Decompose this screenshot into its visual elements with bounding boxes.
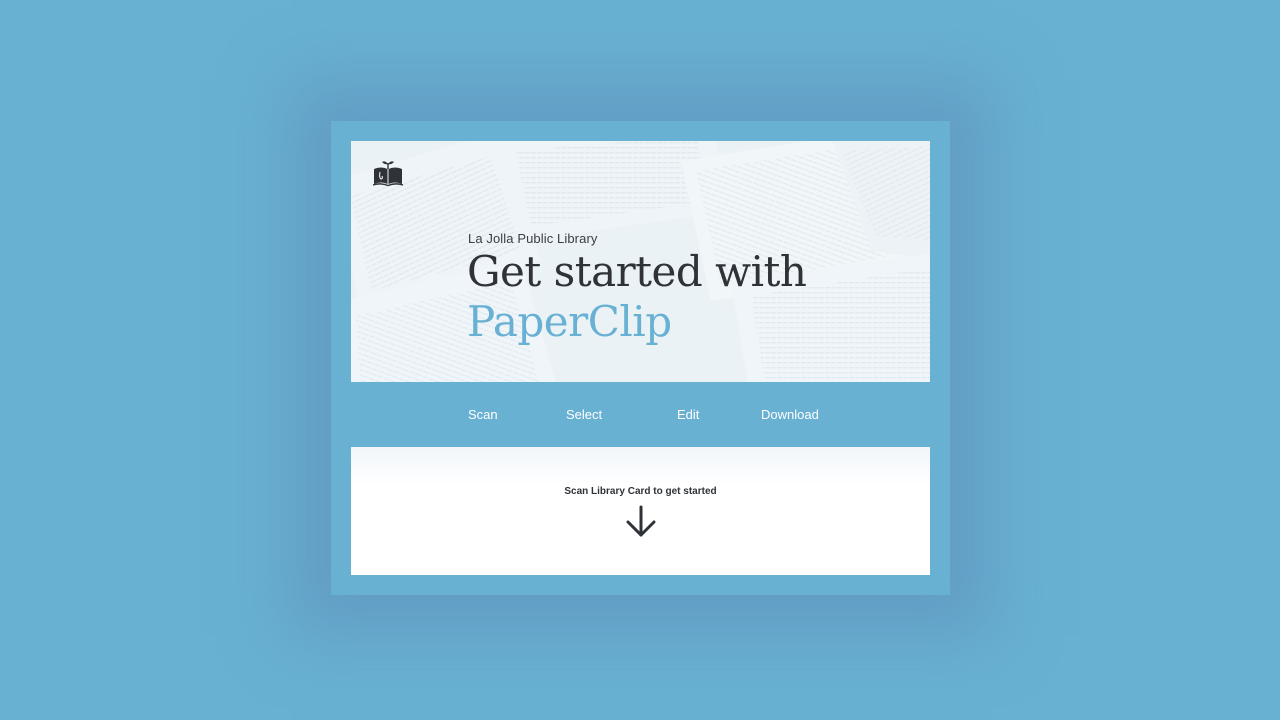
step-download[interactable]: Download bbox=[761, 382, 819, 447]
scan-card-prompt: Scan Library Card to get started bbox=[564, 486, 717, 497]
book-sprout-icon bbox=[372, 161, 404, 187]
kiosk-screen: La Jolla Public Library Get started with… bbox=[351, 141, 930, 575]
arrow-down-icon bbox=[626, 505, 656, 537]
library-name: La Jolla Public Library bbox=[468, 231, 598, 246]
step-scan[interactable]: Scan bbox=[468, 382, 498, 447]
step-select[interactable]: Select bbox=[566, 382, 602, 447]
instruction-panel: Scan Library Card to get started bbox=[351, 447, 930, 575]
page-title: Get started with PaperClip bbox=[467, 247, 807, 347]
step-navigation: Scan Select Edit Download bbox=[351, 382, 930, 447]
step-edit[interactable]: Edit bbox=[677, 382, 699, 447]
hero-banner: La Jolla Public Library Get started with… bbox=[351, 141, 930, 382]
headline-line1: Get started with bbox=[467, 247, 807, 296]
brand-name: PaperClip bbox=[467, 297, 672, 346]
